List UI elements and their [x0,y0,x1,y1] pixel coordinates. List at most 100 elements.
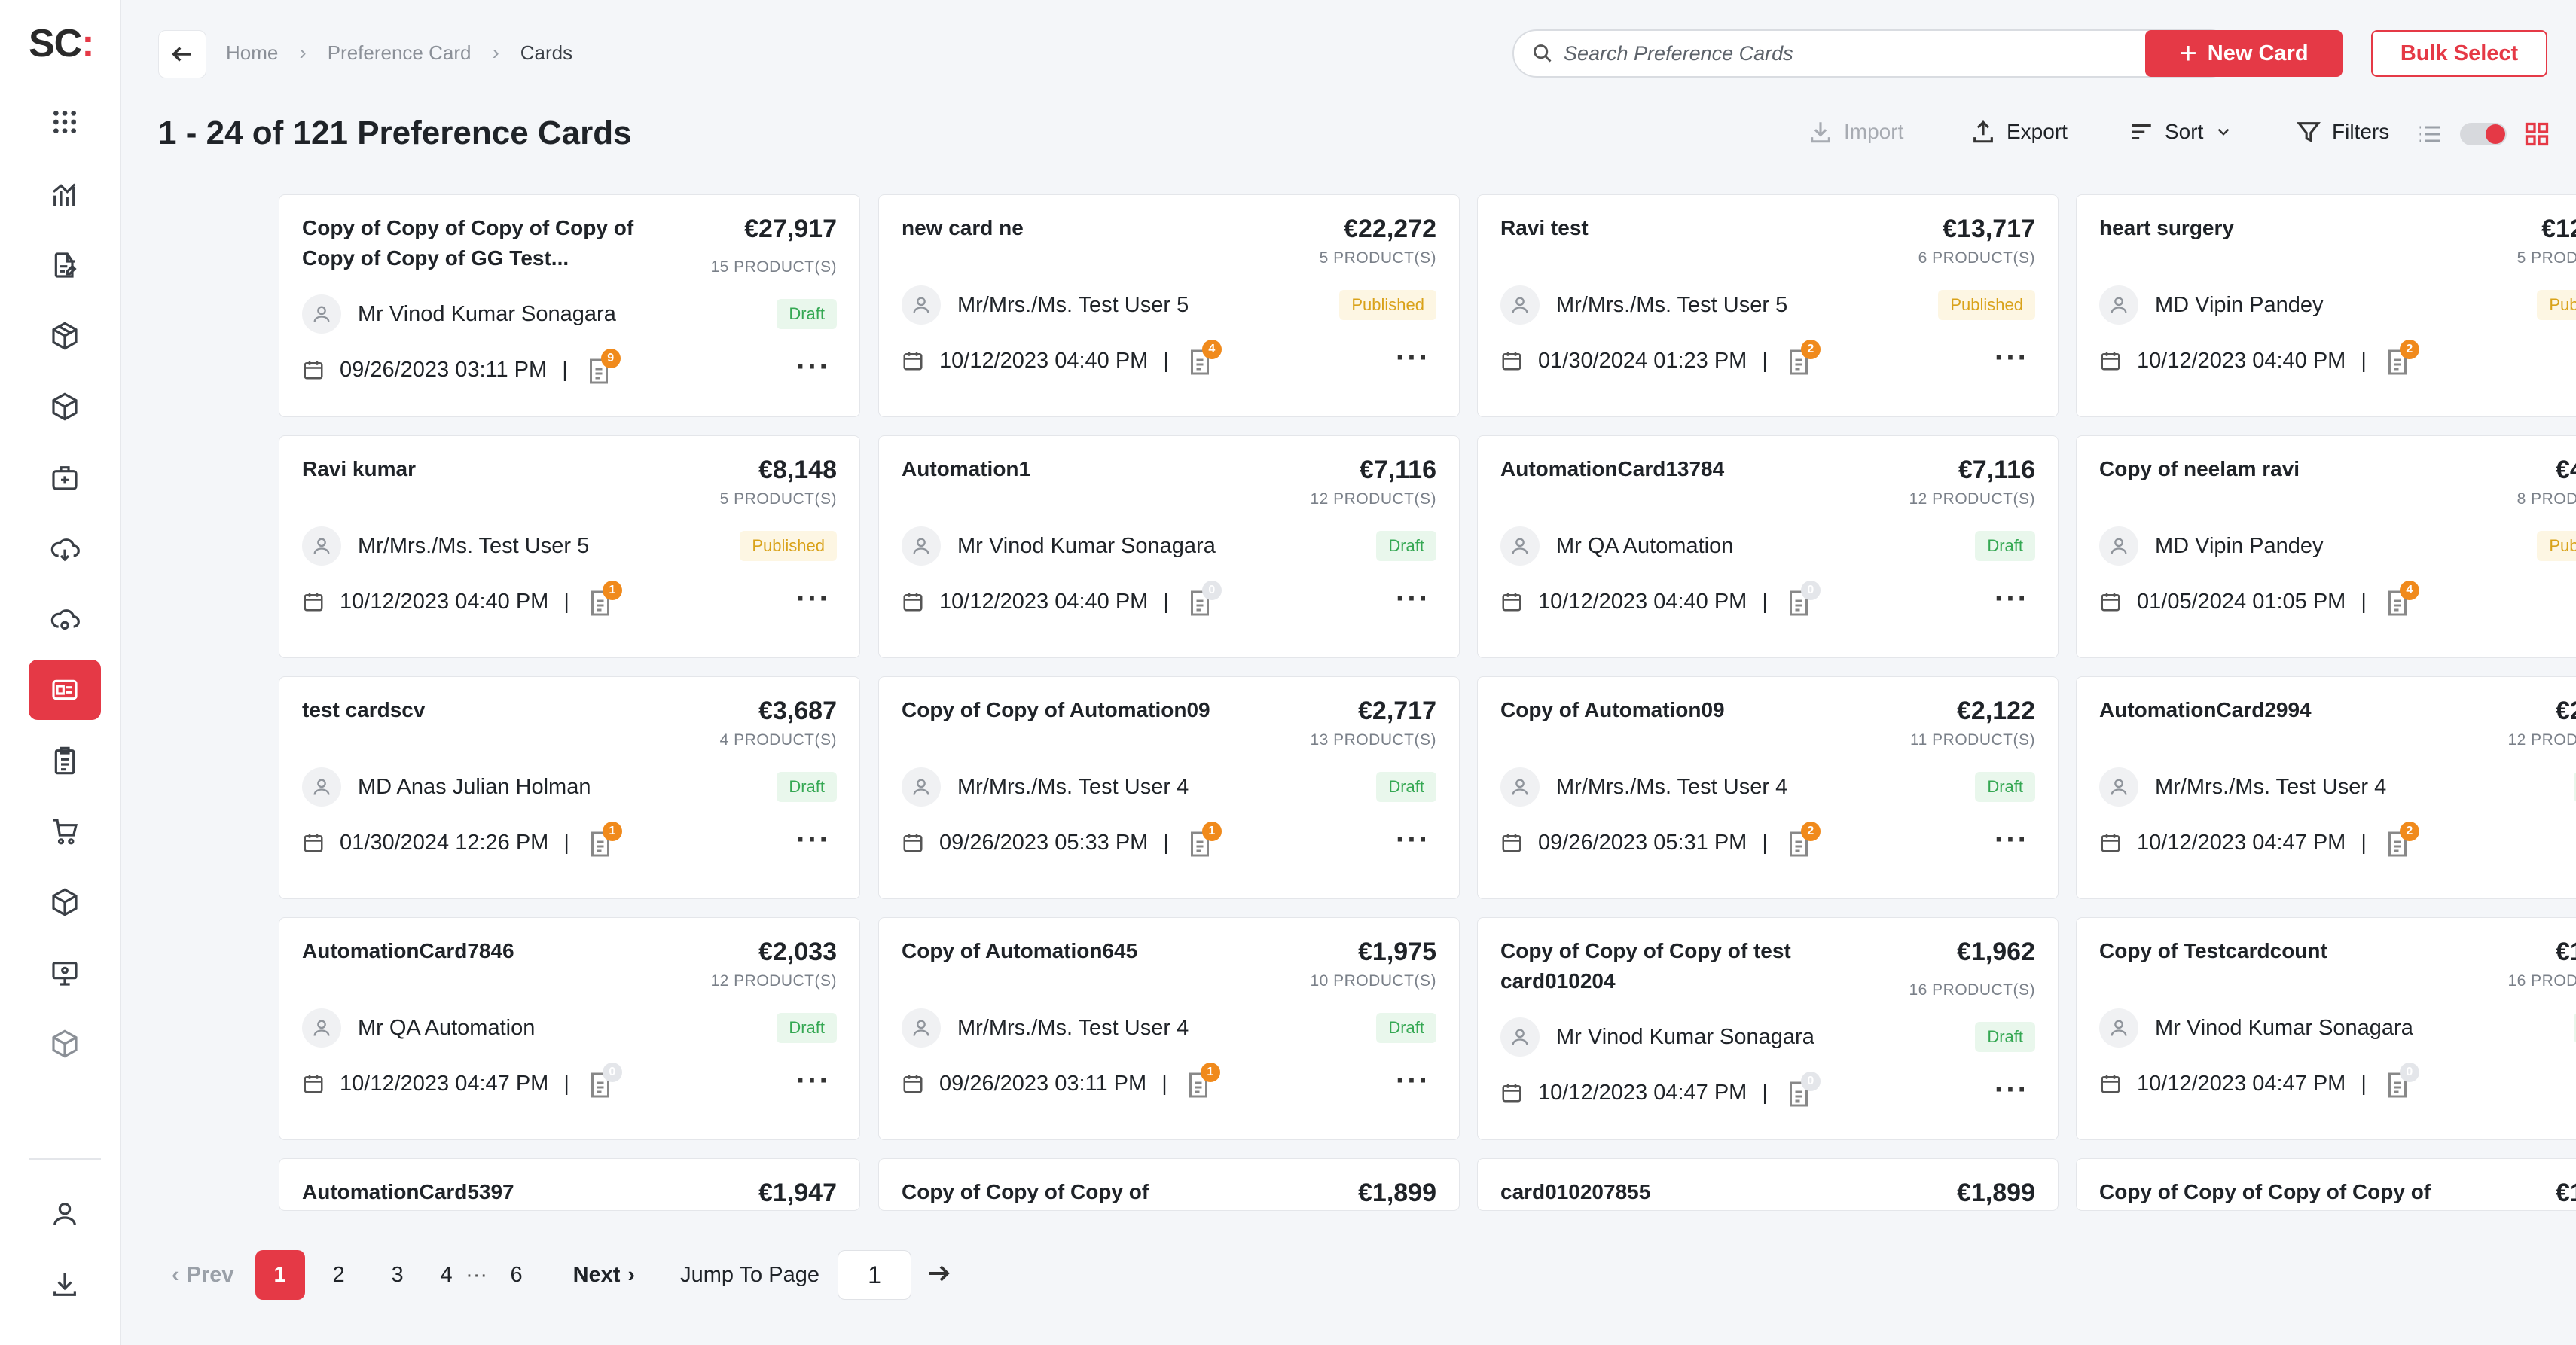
package-icon[interactable] [29,377,101,437]
card-title[interactable]: Copy of Testcardcount [2099,936,2453,966]
preference-card[interactable]: Copy of neelam ravi €4,798 8 PRODUCT(S) MD… [2076,435,2576,658]
preference-card[interactable]: AutomationCard7846 €2,033 12 PRODUCT(S) Mr… [279,917,860,1140]
card-title[interactable]: AutomationCard13784 [1500,454,1854,484]
more-options-icon[interactable]: ··· [1396,1066,1430,1096]
page-button-3[interactable]: 3 [373,1250,423,1300]
cloud-settings-icon[interactable] [29,589,101,649]
more-options-icon[interactable]: ··· [1396,343,1430,373]
preference-card[interactable]: Copy of Copy of Automation09 €2,717 13 PRO… [878,676,1460,899]
document-edit-icon[interactable] [29,235,101,295]
attachments[interactable]: 9 [588,349,621,385]
preference-card[interactable]: AutomationCard13784 €7,116 12 PRODUCT(S) M… [1477,435,2059,658]
attachments[interactable]: 1 [589,822,622,858]
user-icon[interactable] [29,1184,101,1244]
more-options-icon[interactable]: ··· [1995,1075,2029,1105]
jump-to-page-input[interactable] [837,1250,911,1300]
card-title[interactable]: test cardscv [302,695,656,725]
preference-card-icon[interactable] [29,660,101,720]
card-title[interactable]: Copy of Automation09 [1500,695,1854,725]
bulk-select-button[interactable]: Bulk Select [2371,30,2547,77]
preference-card[interactable]: Copy of Automation09 €2,122 11 PRODUCT(S) … [1477,676,2059,899]
prev-page-button[interactable]: ‹ Prev [172,1263,234,1288]
back-button[interactable] [158,30,206,78]
jump-go-button[interactable] [925,1260,955,1290]
more-options-icon[interactable]: ··· [796,1066,831,1096]
page-button-6[interactable]: 6 [492,1250,542,1300]
card-title[interactable]: Copy of Copy of Copy of Copy of [2099,1177,2453,1207]
preference-card[interactable]: test cardscv €3,687 4 PRODUCT(S) MD Anas J… [279,676,860,899]
more-options-icon[interactable]: ··· [1396,825,1430,855]
preference-card[interactable]: Copy of Copy of Copy of €1,899 [878,1158,1460,1211]
card-title[interactable]: AutomationCard2994 [2099,695,2453,725]
filters-button[interactable]: Filters [2296,119,2389,145]
attachments[interactable]: 0 [1787,1072,1821,1108]
card-title[interactable]: new card ne [902,213,1256,243]
inventory-icon[interactable] [29,1014,101,1074]
page-button-1[interactable]: 1 [255,1250,305,1300]
attachments[interactable]: 1 [1189,822,1222,858]
attachments[interactable]: 0 [1189,581,1222,617]
card-title[interactable]: Copy of Copy of Automation09 [902,695,1256,725]
preference-card[interactable]: card010207855 €1,899 [1477,1158,2059,1211]
page-button-4[interactable]: 4 [432,1250,462,1300]
card-title[interactable]: Copy of Copy of Copy of test card010204 [1500,936,1854,996]
preference-card[interactable]: Copy of Copy of Copy of Copy of Copy of … [279,194,860,417]
preference-card[interactable]: Copy of Copy of Copy of test card010204 €… [1477,917,2059,1140]
breadcrumb-home[interactable]: Home [226,41,278,65]
apps-grid-icon[interactable] [29,92,101,152]
preference-card[interactable]: AutomationCard5397 €1,947 [279,1158,860,1211]
more-options-icon[interactable]: ··· [796,352,831,382]
search-input[interactable] [1564,41,2211,66]
box-icon[interactable] [29,306,101,366]
export-button[interactable]: Export [1970,119,2068,145]
attachments[interactable]: 4 [2386,581,2419,617]
more-options-icon[interactable]: ··· [796,584,831,614]
card-title[interactable]: Copy of neelam ravi [2099,454,2453,484]
preference-card[interactable]: Copy of Testcardcount €1,962 16 PRODUCT(S)… [2076,917,2576,1140]
more-options-icon[interactable]: ··· [1995,584,2029,614]
card-title[interactable]: Copy of Automation645 [902,936,1256,966]
preference-card[interactable]: Ravi test €13,717 6 PRODUCT(S) Mr/Mrs./Ms.… [1477,194,2059,417]
attachments[interactable]: 2 [2386,340,2419,376]
preference-card[interactable]: Copy of Automation645 €1,975 10 PRODUCT(S)… [878,917,1460,1140]
card-title[interactable]: AutomationCard5397 [302,1177,656,1207]
preference-card[interactable]: Copy of Copy of Copy of Copy of €1,899 [2076,1158,2576,1211]
attachments[interactable]: 4 [1189,340,1222,376]
cart-icon[interactable] [29,801,101,862]
cloud-sync-icon[interactable] [29,518,101,578]
page-button-2[interactable]: 2 [314,1250,364,1300]
card-title[interactable]: Copy of Copy of Copy of [902,1177,1256,1207]
import-button[interactable]: Import [1808,119,1903,145]
medical-kit-icon[interactable] [29,447,101,508]
card-title[interactable]: Ravi test [1500,213,1854,243]
breadcrumb-preference-card[interactable]: Preference Card [328,41,472,65]
more-options-icon[interactable]: ··· [1995,825,2029,855]
clipboard-icon[interactable] [29,730,101,791]
analytics-icon[interactable] [29,164,101,224]
new-card-button[interactable]: + New Card [2145,30,2343,77]
attachments[interactable]: 2 [2386,822,2419,858]
attachments[interactable]: 1 [589,581,622,617]
preference-card[interactable]: new card ne €22,272 5 PRODUCT(S) Mr/Mrs./M… [878,194,1460,417]
attachments[interactable]: 2 [1787,822,1821,858]
sort-button[interactable]: Sort [2129,119,2233,145]
preference-card[interactable]: Ravi kumar €8,148 5 PRODUCT(S) Mr/Mrs./Ms.… [279,435,860,658]
more-options-icon[interactable]: ··· [796,825,831,855]
attachments[interactable]: 0 [589,1063,622,1099]
grid-view-icon[interactable] [2523,120,2550,148]
card-title[interactable]: heart surgery [2099,213,2453,243]
next-page-button[interactable]: Next › [573,1263,636,1288]
download-icon[interactable] [29,1255,101,1315]
attachments[interactable]: 0 [1787,581,1821,617]
preference-card[interactable]: AutomationCard2994 €2,053 12 PRODUCT(S) Mr… [2076,676,2576,899]
monitor-icon[interactable] [29,943,101,1003]
card-title[interactable]: Ravi kumar [302,454,656,484]
card-title[interactable]: Copy of Copy of Copy of Copy of Copy of … [302,213,656,273]
app-logo[interactable]: SC: [29,21,95,66]
cube-icon[interactable] [29,872,101,932]
preference-card[interactable]: heart surgery €12,570 5 PRODUCT(S) MD Vipi… [2076,194,2576,417]
card-title[interactable]: card010207855 [1500,1177,1854,1207]
attachments[interactable]: 0 [2386,1063,2419,1099]
card-title[interactable]: AutomationCard7846 [302,936,656,966]
attachments[interactable]: 1 [1187,1063,1220,1099]
